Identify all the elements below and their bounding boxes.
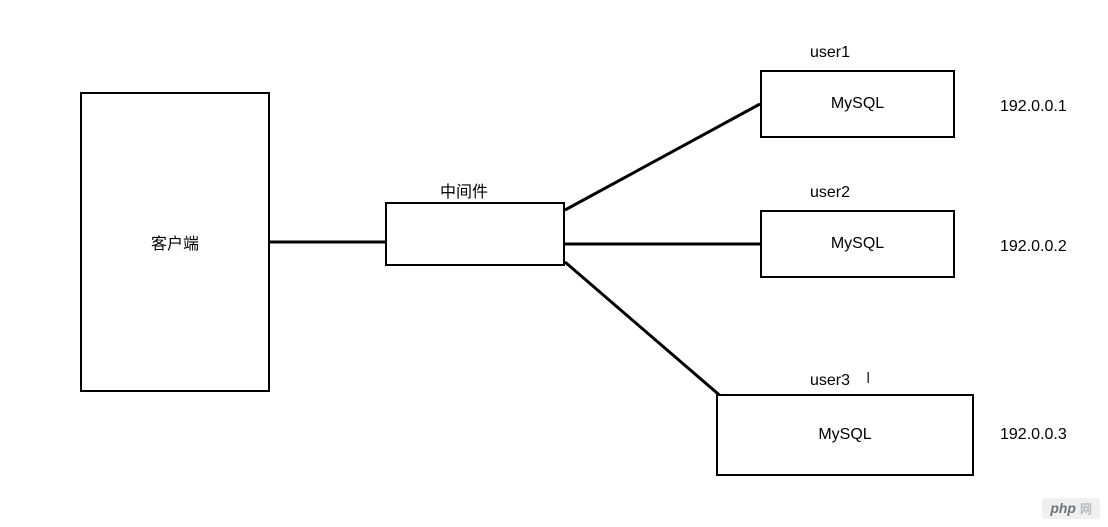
node3-db-label: MySQL: [818, 426, 871, 444]
node3-box: MySQL: [716, 394, 974, 476]
text-cursor-icon: I: [866, 370, 870, 388]
node2-user-label: user2: [810, 184, 850, 202]
node1-ip-label: 192.0.0.1: [1000, 98, 1067, 116]
client-box: 客户端: [80, 92, 270, 392]
node1-user-label: user1: [810, 44, 850, 62]
node1-db-label: MySQL: [831, 95, 884, 113]
client-label: 客户端: [151, 230, 199, 254]
middleware-box: [385, 202, 565, 266]
node3-ip-label: 192.0.0.3: [1000, 426, 1067, 444]
node2-box: MySQL: [760, 210, 955, 278]
node2-ip-label: 192.0.0.2: [1000, 238, 1067, 256]
node2-db-label: MySQL: [831, 235, 884, 253]
watermark-suffix: 网: [1080, 500, 1092, 517]
node3-user-label: user3: [810, 372, 850, 390]
middleware-label: 中间件: [440, 178, 488, 202]
watermark-brand: php: [1050, 500, 1076, 516]
node1-box: MySQL: [760, 70, 955, 138]
watermark: php 网: [1042, 498, 1100, 519]
